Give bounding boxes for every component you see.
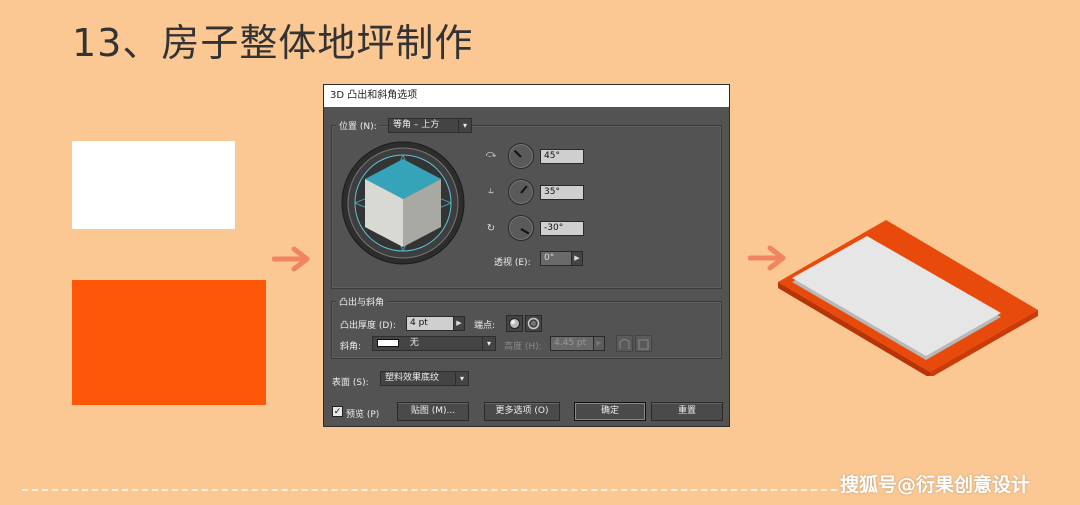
perspective-slider-button[interactable]: ▶ [571,251,583,266]
z-angle-field[interactable]: -30° [540,221,584,236]
preview-checkbox[interactable]: ✓ [332,406,343,417]
chevron-down-icon: ▾ [455,372,468,385]
orange-rectangle [72,280,266,405]
bevel-out-button[interactable] [616,335,633,352]
more-options-button[interactable]: 更多选项 (O) [484,402,560,421]
surface-value: 塑料效果底纹 [385,373,440,383]
position-dropdown[interactable]: 等角 – 上方 ▾ [388,118,472,133]
cap-label: 端点: [474,321,496,331]
bevel-swatch [377,338,399,347]
chevron-down-icon: ▾ [482,337,495,350]
rotate-x-icon: ⤼ [485,149,497,160]
chevron-down-icon: ▾ [458,119,471,132]
bevel-dropdown[interactable]: 无 ▾ [372,336,496,351]
page-title: 13、房子整体地坪制作 [72,21,474,65]
surface-dropdown[interactable]: 塑料效果底纹 ▾ [380,371,469,386]
y-angle-field[interactable]: 35° [540,185,584,200]
x-angle-field[interactable]: 45° [540,149,584,164]
bevel-label: 斜角: [340,342,362,352]
rotation-cube-trackball[interactable] [341,141,465,265]
bevel-out-icon [619,339,630,349]
x-angle-dial[interactable] [508,143,534,169]
bevel-height-slider-button[interactable]: ▶ [593,336,605,351]
bevel-height-field[interactable]: 4.45 pt [550,336,594,351]
cap-on-icon [509,318,520,329]
extrude-bevel-legend: 凸出与斜角 [336,295,388,308]
ok-button[interactable]: 确定 [574,402,646,421]
z-angle-dial[interactable] [508,215,534,241]
perspective-label: 透视 (E): [494,258,531,268]
perspective-field[interactable]: 0° [540,251,572,266]
cap-off-icon [527,317,540,330]
extrude-depth-field[interactable]: 4 pt [406,316,454,331]
reset-button[interactable]: 重置 [651,402,723,421]
position-dropdown-value: 等角 – 上方 [393,120,440,130]
bevel-value: 无 [409,338,419,348]
cap-off-button[interactable] [525,315,542,332]
dialog-title: 3D 凸出和斜角选项 [324,85,729,107]
position-label: 位置 (N): [336,119,380,132]
y-angle-dial[interactable] [508,179,534,205]
arrow-right-icon [272,246,310,272]
cap-on-button[interactable] [506,315,523,332]
white-rectangle [72,141,235,229]
map-button[interactable]: 贴图 (M)... [397,402,469,421]
preview-label: 预览 (P) [346,410,380,420]
dashed-divider [22,489,837,491]
extrude-bevel-dialog: 3D 凸出和斜角选项 位置 (N): 等角 – 上方 ▾ ⤼ 45° ⥿ 35°… [323,84,730,427]
rotate-y-icon: ⥿ [488,185,494,196]
bevel-in-icon [638,339,649,350]
surface-label: 表面 (S): [332,378,369,388]
extrude-depth-slider-button[interactable]: ▶ [453,316,465,331]
isometric-floor-result [778,220,1038,376]
watermark: 搜狐号@衍果创意设计 [840,474,1031,496]
bevel-in-button[interactable] [635,335,652,352]
rotate-z-icon: ↻ [486,223,496,234]
extrude-depth-label: 凸出厚度 (D): [340,321,396,331]
bevel-height-label: 高度 (H): [504,342,542,352]
